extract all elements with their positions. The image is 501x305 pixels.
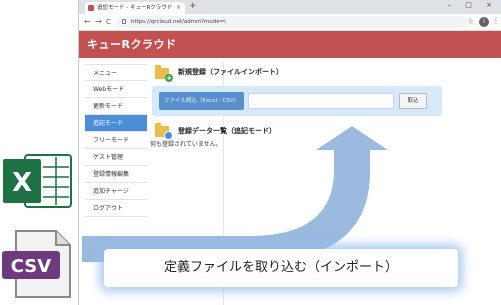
sidebar-item-logout[interactable]: ログアウト (85, 200, 147, 217)
file-import-label: ファイル読込（Excel／CSV） (159, 92, 244, 110)
browser-menu-icon[interactable]: ⋮ (492, 16, 500, 25)
reload-icon[interactable]: C (106, 16, 111, 28)
tab-title: 追記モード - キューRクラウド (97, 5, 173, 11)
tab-bar: 追記モード - キューRクラウド × + – □ × (79, 0, 501, 14)
csv-file-icon: CSV (2, 230, 71, 298)
new-tab-button[interactable]: + (189, 1, 197, 11)
back-icon[interactable]: ← (84, 16, 91, 28)
url-text: https://qrcloud.net/admin?mode=i (131, 19, 226, 25)
new-registration-title: 新規登録（ファイルインポート） (178, 68, 283, 76)
url-field[interactable]: https://qrcloud.net/admin?mode=i (117, 16, 467, 28)
lock-icon (122, 19, 126, 24)
bookmark-star-icon[interactable]: ☆ (467, 17, 474, 26)
folder-search-icon (155, 123, 173, 140)
profile-avatar[interactable]: i (479, 17, 489, 27)
data-list-title: 登録データ一覧（追記モード） (178, 127, 276, 135)
window-controls[interactable]: – □ × (448, 1, 498, 9)
sidebar-item-guest-management[interactable]: ゲスト管理 (85, 149, 147, 166)
file-import-form: ファイル読込（Excel／CSV） 取込 (152, 86, 442, 116)
browser-tab[interactable]: 追記モード - キューRクラウド × (85, 2, 185, 14)
sidebar-item-menu: メニュー (85, 64, 147, 81)
excel-icon: X (3, 154, 72, 208)
sidebar-item-free-mode[interactable]: フリーモード (85, 132, 147, 149)
forward-icon[interactable]: → (95, 16, 102, 28)
sidebar-item-web-mode[interactable]: Webモード (85, 81, 147, 98)
sidebar-item-append-mode[interactable]: 追記モード (85, 115, 147, 132)
sidebar-item-edit-registration[interactable]: 登録情報編集 (85, 166, 147, 183)
excel-letter: X (12, 168, 32, 198)
csv-label: CSV (11, 256, 52, 277)
plus-icon: + (165, 74, 173, 82)
app-header: キューRクラウド (79, 31, 501, 58)
address-bar-row: ← → C https://qrcloud.net/admin?mode=i ☆… (79, 14, 501, 31)
folder-add-icon: + (155, 65, 173, 82)
empty-message: 何も登録されていません。 (150, 141, 222, 148)
sidebar: メニュー Webモード 更新モード 追記モード フリーモード ゲスト管理 登録情… (85, 64, 147, 217)
app-title: キューRクラウド (87, 38, 177, 51)
import-button[interactable]: 取込 (399, 93, 427, 109)
file-path-input[interactable] (248, 93, 394, 109)
import-caption: 定義ファイルを取り込む（インポート） (104, 249, 458, 287)
tab-close-icon[interactable]: × (176, 2, 181, 14)
favicon-icon (88, 5, 94, 11)
sidebar-item-add-charge[interactable]: 追加チャージ (85, 183, 147, 200)
sidebar-item-update-mode[interactable]: 更新モード (85, 98, 147, 115)
